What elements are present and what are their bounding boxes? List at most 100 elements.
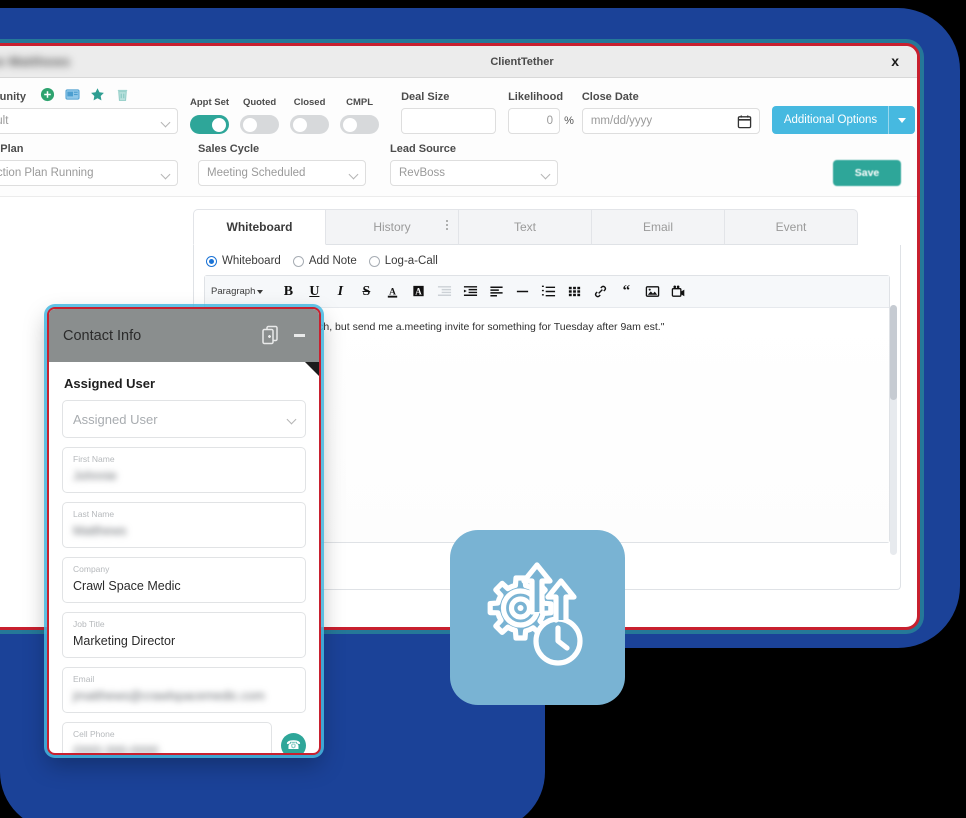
cell-phone-label: Cell Phone [73,729,115,739]
form-row-1: Opportunity Default [0,87,916,134]
image-icon[interactable] [639,279,665,305]
close-icon[interactable]: x [891,53,899,69]
action-plan-select[interactable]: No Action Plan Running [0,160,178,186]
likelihood-input[interactable]: 0 [508,108,561,134]
tab-email[interactable]: Email [592,209,725,245]
strikethrough-icon[interactable]: S [353,279,379,305]
table-icon[interactable] [561,279,587,305]
italic-icon[interactable]: I [327,279,353,305]
status-toggles-group: Appt Set Quoted Closed CMPL [190,97,380,134]
opportunity-select[interactable]: Default [0,108,178,134]
toggle-closed: Closed [290,97,330,134]
tab-whiteboard[interactable]: Whiteboard [193,209,326,245]
tab-text[interactable]: Text [459,209,592,245]
job-title-field[interactable]: Job Title Marketing Director [62,612,306,658]
modal-title-text: ClientTether [490,56,554,68]
tab-history[interactable]: History [326,209,459,245]
trash-icon[interactable] [115,87,130,102]
job-title-value: Marketing Director [73,634,176,648]
opportunity-icon-row [40,87,130,102]
indent-icon[interactable] [457,279,483,305]
toggle-cmpl: CMPL [340,97,380,134]
radio-add-note[interactable]: Add Note [292,255,357,267]
likelihood-group: Likelihood 0 % [508,91,582,134]
ordered-list-icon[interactable] [535,279,561,305]
email-field[interactable]: Email jmatthews@crawlspacemedic.com [62,667,306,713]
assigned-user-select[interactable]: Assigned User [62,400,306,438]
opportunity-group: Opportunity Default [0,87,178,134]
quoted-switch[interactable] [240,115,280,134]
radio-log-a-call[interactable]: Log-a-Call [368,255,438,267]
cmpl-switch[interactable] [340,115,380,134]
last-name-field[interactable]: Last Name Matthews [62,502,306,548]
cell-phone-value: (000) 000-0000 [73,744,159,755]
action-plan-value: No Action Plan Running [0,167,94,179]
video-icon[interactable] [665,279,691,305]
brand-tile [450,530,625,705]
additional-options-button[interactable]: Additional Options [771,106,916,134]
tab-event[interactable]: Event [725,209,858,245]
toggle-quoted: Quoted [240,97,280,134]
star-icon[interactable] [90,87,105,102]
paragraph-style-label: Paragraph [211,286,256,297]
additional-options-label: Additional Options [783,114,878,126]
last-name-value: Matthews [73,524,127,538]
highlight-color-icon[interactable]: A [405,279,431,305]
company-field[interactable]: Company Crawl Space Medic [62,557,306,603]
radio-label: Whiteboard [222,255,281,267]
card-notch [305,362,319,376]
sales-cycle-select[interactable]: Meeting Scheduled [198,160,366,186]
closed-switch[interactable] [290,115,330,134]
screenshot-root: Ronnie Matthews ClientTether x Opportuni… [0,0,966,818]
bold-icon[interactable]: B [275,279,301,305]
first-name-field[interactable]: First Name Johnnie [62,447,306,493]
link-icon[interactable] [587,279,613,305]
cell-phone-field[interactable]: Cell Phone (000) 000-0000 [62,722,272,755]
card-icon[interactable] [65,87,80,102]
underline-icon[interactable]: U [301,279,327,305]
text-color-icon[interactable]: A [379,279,405,305]
assigned-user-section-label: Assigned User [64,376,156,391]
more-options-icon[interactable] [446,220,448,230]
lead-source-group: Lead Source RevBoss [390,143,558,186]
paragraph-style-dropdown[interactable]: Paragraph [211,286,264,297]
outdent-icon[interactable] [431,279,457,305]
cell-phone-row: Cell Phone (000) 000-0000 ☎ [62,722,306,755]
minimize-icon[interactable] [294,334,305,337]
deal-size-group: Deal Size [401,91,497,134]
blockquote-icon[interactable]: “ [613,279,639,305]
opportunity-value: Default [0,115,9,127]
close-date-input[interactable]: mm/dd/yyyy [581,108,760,134]
contact-info-body: Assigned User Assigned User First Name J… [49,362,319,755]
opportunity-form: Opportunity Default [0,78,917,197]
pane-scrollbar[interactable] [890,305,897,555]
lead-source-label: Lead Source [390,143,457,155]
radio-whiteboard[interactable]: Whiteboard [206,255,281,267]
lead-source-select[interactable]: RevBoss [390,160,558,186]
add-circle-icon[interactable] [40,87,55,102]
calendar-icon[interactable] [737,114,752,129]
sales-cycle-group: Sales Cycle Meeting Scheduled [198,143,366,186]
appt-set-switch[interactable] [190,115,229,134]
activity-tabs: Whiteboard History Text Email Event [193,209,901,245]
contact-info-header: Contact Info [49,309,319,376]
close-date-label: Close Date [581,91,639,103]
toggle-label: Closed [293,97,326,108]
phone-call-icon[interactable]: ☎ [281,732,306,753]
contact-info-actions [261,325,305,346]
company-value: Crawl Space Medic [73,579,181,593]
deal-size-label: Deal Size [401,91,450,103]
close-date-placeholder: mm/dd/yyyy [590,115,653,127]
editor-toolbar: Paragraph B U I S A A “ [205,276,889,308]
align-left-icon[interactable] [483,279,509,305]
chevron-down-icon[interactable] [888,106,915,134]
deal-size-input[interactable] [401,108,497,134]
save-button[interactable]: Save [833,160,901,186]
duplicate-add-icon[interactable] [261,325,280,346]
radio-label: Add Note [308,255,357,267]
horizontal-rule-icon[interactable] [509,279,535,305]
contact-name-header: Ronnie Matthews [0,54,71,69]
toggle-label: CMPL [346,97,374,108]
form-row-2: Action Plan No Action Plan Running Sales… [0,143,901,186]
likelihood-value: 0 [546,115,554,127]
